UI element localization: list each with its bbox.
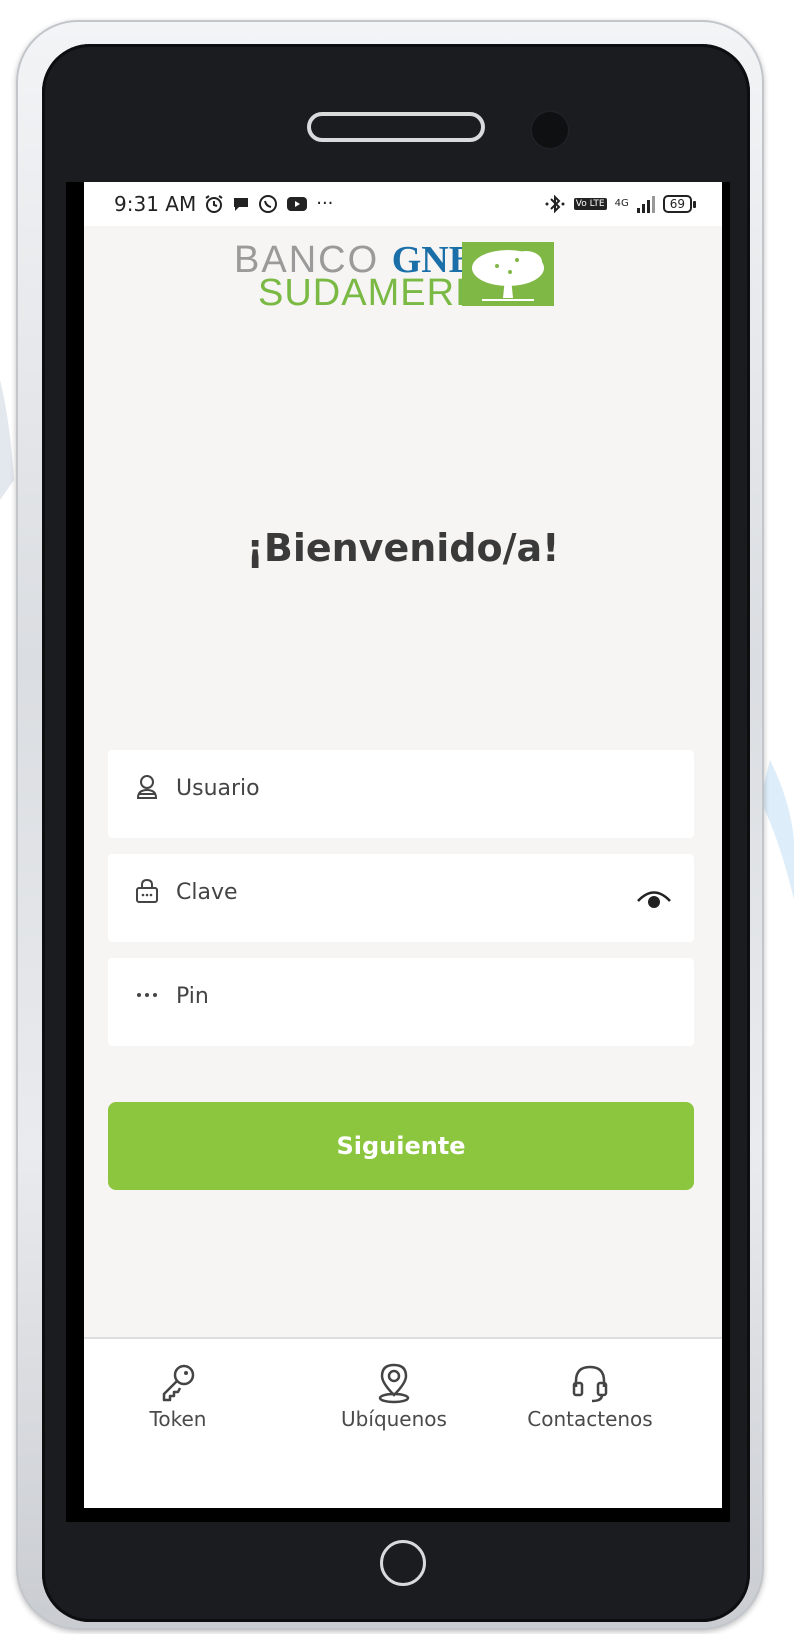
nav-item-token[interactable]: Token: [84, 1361, 278, 1431]
app-screen: 9:31 AM ··· Vo LTE 4G 69 BANCO GNB SUDAM…: [84, 182, 722, 1508]
lock-icon: [134, 878, 160, 904]
headset-icon: [572, 1365, 608, 1403]
status-right: Vo LTE 4G 69: [544, 194, 697, 214]
nav-label-token: Token: [149, 1407, 207, 1431]
nav-label-contactenos: Contactenos: [527, 1407, 653, 1431]
status-left: 9:31 AM ···: [114, 192, 333, 216]
usuario-field[interactable]: [108, 750, 694, 838]
phone-camera: [530, 110, 570, 150]
pin-input[interactable]: [176, 982, 694, 1010]
home-button[interactable]: [380, 1540, 426, 1586]
key-icon: [162, 1364, 195, 1402]
whatsapp-icon: [259, 195, 278, 213]
status-more: ···: [316, 193, 334, 214]
tree-icon: [462, 242, 554, 306]
bottom-nav: Token Ubíquenos Contactenos: [84, 1337, 722, 1508]
nav-label-ubiquenos: Ubíquenos: [341, 1407, 447, 1431]
siguiente-button[interactable]: Siguiente: [108, 1102, 694, 1190]
network-type: 4G: [614, 198, 629, 209]
user-icon: [134, 774, 160, 800]
dots-icon: [134, 982, 160, 1008]
status-time: 9:31 AM: [114, 192, 197, 216]
nav-item-contactenos[interactable]: Contactenos: [490, 1361, 690, 1431]
nav-item-ubiquenos[interactable]: Ubíquenos: [294, 1361, 494, 1431]
signal-icon: [636, 195, 655, 213]
location-pin-icon: [378, 1363, 410, 1404]
volte-badge: Vo LTE: [573, 198, 607, 210]
welcome-title: ¡Bienvenido/a!: [246, 526, 560, 570]
eye-icon[interactable]: [634, 884, 674, 914]
logo-line-2: SUDAMERIS: [258, 272, 493, 314]
bluetooth-icon: [545, 194, 565, 214]
usuario-input[interactable]: [176, 774, 694, 802]
pin-field[interactable]: [108, 958, 694, 1046]
bank-logo: BANCO GNB SUDAMERIS: [234, 238, 554, 314]
chat-bubble-icon: [234, 198, 249, 211]
status-bar: 9:31 AM ··· Vo LTE 4G 69: [84, 182, 722, 226]
clave-field[interactable]: [108, 854, 694, 942]
alarm-icon: [205, 195, 223, 213]
phone-speaker: [307, 112, 485, 142]
clave-input[interactable]: [176, 878, 694, 906]
youtube-icon: [287, 197, 308, 211]
battery-indicator: 69: [662, 195, 697, 213]
